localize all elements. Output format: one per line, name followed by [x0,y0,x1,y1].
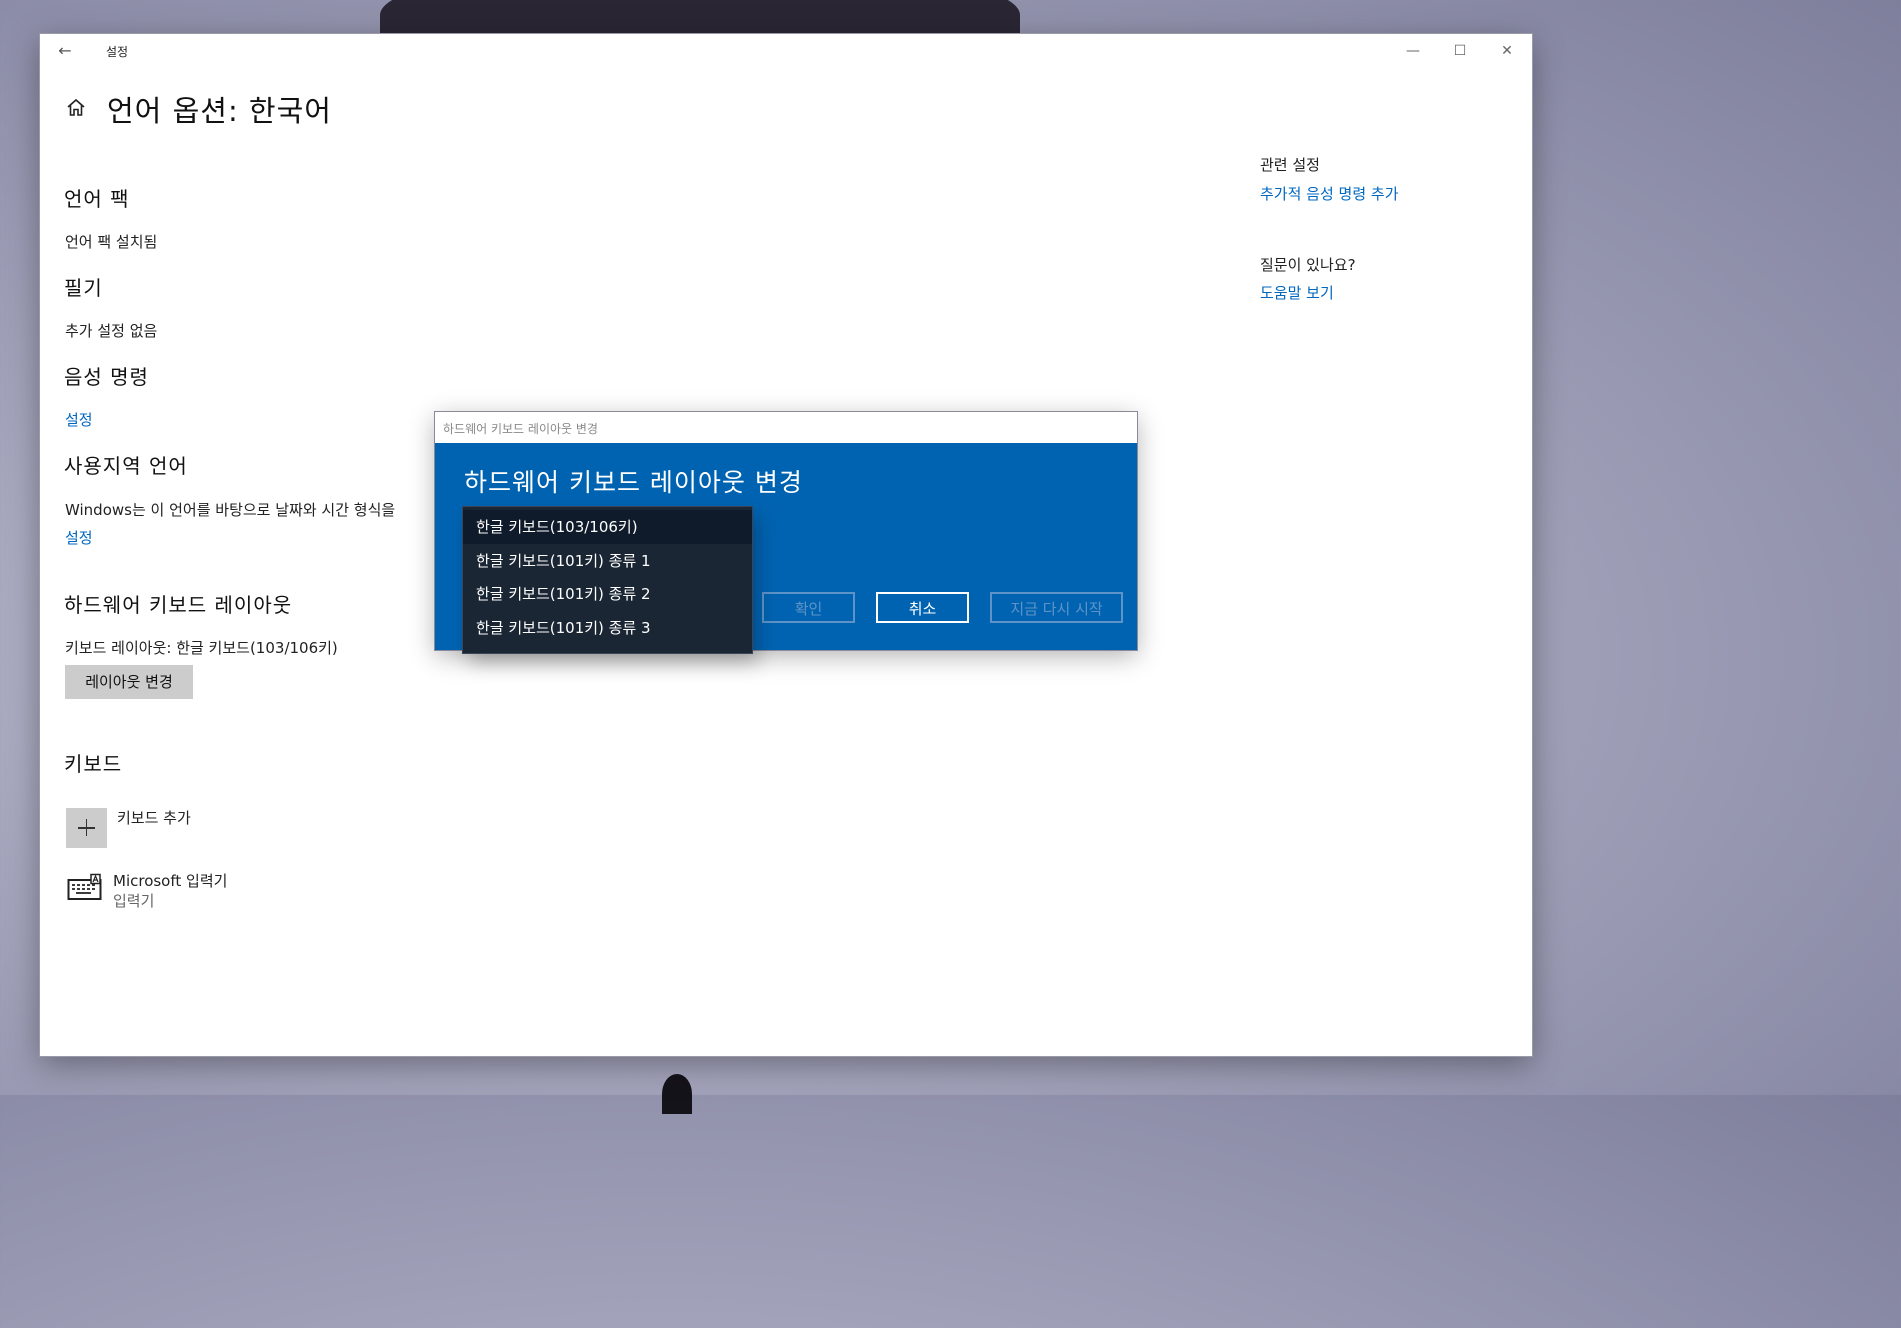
cancel-button[interactable]: 취소 [876,592,969,623]
get-help-link[interactable]: 도움말 보기 [1260,282,1334,303]
ok-button[interactable]: 확인 [762,592,855,623]
add-keyboard-button[interactable] [66,808,107,848]
layout-option[interactable]: 한글 키보드(101키) 종류 2 [463,577,752,611]
speech-heading: 음성 명령 [64,365,149,389]
maximize-button[interactable]: ☐ [1437,39,1483,63]
dialog-title-bar: 하드웨어 키보드 레이아웃 변경 [435,412,1137,443]
title-bar: ← 설정 — ☐ ✕ [40,34,1532,68]
minimize-button[interactable]: — [1390,39,1436,63]
keyboard-icon [67,873,102,900]
dialog-heading: 하드웨어 키보드 레이아웃 변경 [464,468,803,497]
add-keyboard-label[interactable]: 키보드 추가 [117,807,191,828]
page-title: 언어 옵션: 한국어 [107,94,332,128]
keyboards-heading: 키보드 [64,752,123,776]
language-pack-heading: 언어 팩 [64,187,130,211]
regional-heading: 사용지역 언어 [64,454,188,478]
add-speech-commands-link[interactable]: 추가적 음성 명령 추가 [1260,183,1399,204]
layout-option[interactable]: 한글 키보드(101키) 종류 3 [463,611,752,645]
layout-dropdown-list[interactable]: 한글 키보드(103/106키) 한글 키보드(101키) 종류 1 한글 키보… [463,507,752,653]
layout-option[interactable]: 한글 키보드(101키) 종류 1 [463,544,752,578]
close-button[interactable]: ✕ [1484,39,1530,63]
handwriting-status: 추가 설정 없음 [65,322,158,340]
speech-settings-link[interactable]: 설정 [65,409,93,430]
dialog-title-text: 하드웨어 키보드 레이아웃 변경 [443,422,598,436]
related-settings-heading: 관련 설정 [1260,156,1320,174]
ime-type: 입력기 [113,892,155,910]
change-layout-button[interactable]: 레이아웃 변경 [65,665,193,699]
language-pack-status: 언어 팩 설치됨 [65,233,158,251]
handwriting-heading: 필기 [64,276,103,300]
current-keyboard-layout: 키보드 레이아웃: 한글 키보드(103/106키) [65,639,338,657]
regional-settings-link[interactable]: 설정 [65,527,93,548]
app-title: 설정 [106,45,129,59]
wallpaper-shape-bottom [662,1074,692,1114]
question-heading: 질문이 있나요? [1260,256,1356,274]
layout-option[interactable]: 한글 키보드(103/106키) [463,510,752,544]
regional-description: Windows는 이 언어를 바탕으로 날짜와 시간 형식을 [65,501,396,519]
ime-name[interactable]: Microsoft 입력기 [113,870,227,891]
back-arrow-icon[interactable]: ← [54,40,76,62]
hardware-keyboard-heading: 하드웨어 키보드 레이아웃 [64,593,293,617]
home-icon[interactable] [66,98,86,118]
restart-now-button[interactable]: 지금 다시 시작 [990,592,1123,623]
